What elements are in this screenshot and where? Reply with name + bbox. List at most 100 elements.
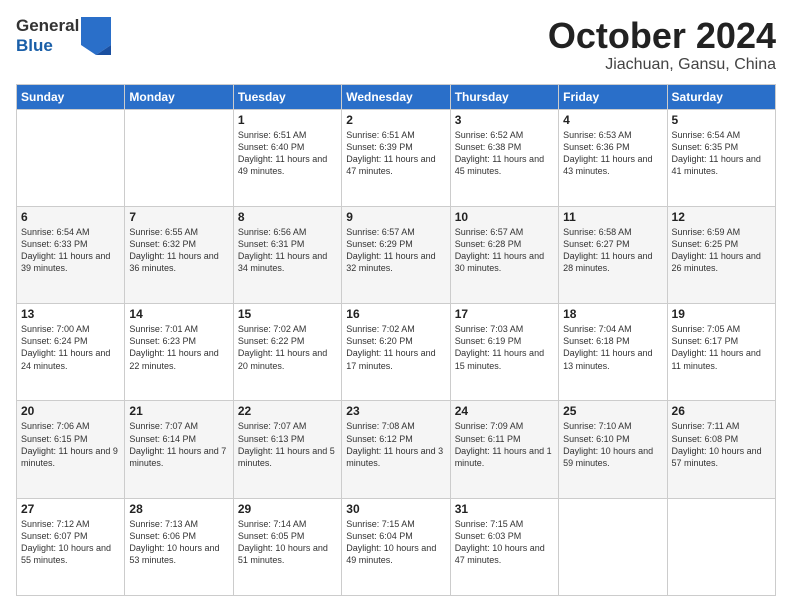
day-info: Sunrise: 7:15 AM Sunset: 6:04 PM Dayligh… bbox=[346, 518, 445, 567]
day-number: 4 bbox=[563, 113, 662, 127]
calendar-cell: 8 Sunrise: 6:56 AM Sunset: 6:31 PM Daylig… bbox=[233, 206, 341, 303]
calendar-cell: 2 Sunrise: 6:51 AM Sunset: 6:39 PM Daylig… bbox=[342, 109, 450, 206]
calendar-cell: 14 Sunrise: 7:01 AM Sunset: 6:23 PM Dayli… bbox=[125, 304, 233, 401]
calendar-cell bbox=[667, 498, 775, 595]
calendar-cell: 15 Sunrise: 7:02 AM Sunset: 6:22 PM Dayli… bbox=[233, 304, 341, 401]
day-info: Sunrise: 6:58 AM Sunset: 6:27 PM Dayligh… bbox=[563, 226, 662, 275]
weekday-header: Wednesday bbox=[342, 84, 450, 109]
calendar-cell: 29Sunrise: 7:14 AM Sunset: 6:05 PM Dayli… bbox=[233, 498, 341, 595]
day-info: Sunrise: 6:51 AM Sunset: 6:40 PM Dayligh… bbox=[238, 129, 337, 178]
day-number: 11 bbox=[563, 210, 662, 224]
calendar-cell bbox=[559, 498, 667, 595]
calendar-cell: 4 Sunrise: 6:53 AM Sunset: 6:36 PM Daylig… bbox=[559, 109, 667, 206]
day-info: Sunrise: 7:05 AM Sunset: 6:17 PM Dayligh… bbox=[672, 323, 771, 372]
day-number: 29 bbox=[238, 502, 337, 516]
logo-general: General bbox=[16, 16, 79, 36]
day-number: 17 bbox=[455, 307, 554, 321]
calendar-cell: 31 Sunrise: 7:15 AM Sunset: 6:03 PM Dayli… bbox=[450, 498, 558, 595]
logo-icon bbox=[81, 17, 111, 55]
calendar-cell: 28 Sunrise: 7:13 AM Sunset: 6:06 PM Dayli… bbox=[125, 498, 233, 595]
weekday-header-row: SundayMondayTuesdayWednesdayThursdayFrid… bbox=[17, 84, 776, 109]
day-number: 30 bbox=[346, 502, 445, 516]
calendar-cell: 23Sunrise: 7:08 AM Sunset: 6:12 PM Dayli… bbox=[342, 401, 450, 498]
calendar-table: SundayMondayTuesdayWednesdayThursdayFrid… bbox=[16, 84, 776, 596]
calendar-cell: 5 Sunrise: 6:54 AM Sunset: 6:35 PM Daylig… bbox=[667, 109, 775, 206]
day-info: Sunrise: 6:56 AM Sunset: 6:31 PM Dayligh… bbox=[238, 226, 337, 275]
day-number: 19 bbox=[672, 307, 771, 321]
day-info: Sunrise: 6:54 AM Sunset: 6:35 PM Dayligh… bbox=[672, 129, 771, 178]
day-info: Sunrise: 6:57 AM Sunset: 6:29 PM Dayligh… bbox=[346, 226, 445, 275]
day-info: Sunrise: 6:51 AM Sunset: 6:39 PM Dayligh… bbox=[346, 129, 445, 178]
calendar-cell: 1 Sunrise: 6:51 AM Sunset: 6:40 PM Daylig… bbox=[233, 109, 341, 206]
weekday-header: Sunday bbox=[17, 84, 125, 109]
day-info: Sunrise: 7:00 AM Sunset: 6:24 PM Dayligh… bbox=[21, 323, 120, 372]
day-number: 2 bbox=[346, 113, 445, 127]
weekday-header: Thursday bbox=[450, 84, 558, 109]
weekday-header: Saturday bbox=[667, 84, 775, 109]
calendar-cell: 9 Sunrise: 6:57 AM Sunset: 6:29 PM Daylig… bbox=[342, 206, 450, 303]
calendar-cell: 12Sunrise: 6:59 AM Sunset: 6:25 PM Dayli… bbox=[667, 206, 775, 303]
day-info: Sunrise: 7:04 AM Sunset: 6:18 PM Dayligh… bbox=[563, 323, 662, 372]
day-number: 5 bbox=[672, 113, 771, 127]
calendar-cell: 24Sunrise: 7:09 AM Sunset: 6:11 PM Dayli… bbox=[450, 401, 558, 498]
day-number: 24 bbox=[455, 404, 554, 418]
day-number: 9 bbox=[346, 210, 445, 224]
day-info: Sunrise: 7:03 AM Sunset: 6:19 PM Dayligh… bbox=[455, 323, 554, 372]
day-number: 10 bbox=[455, 210, 554, 224]
calendar-cell: 30 Sunrise: 7:15 AM Sunset: 6:04 PM Dayli… bbox=[342, 498, 450, 595]
day-info: Sunrise: 7:15 AM Sunset: 6:03 PM Dayligh… bbox=[455, 518, 554, 567]
weekday-header: Monday bbox=[125, 84, 233, 109]
day-number: 8 bbox=[238, 210, 337, 224]
calendar-cell: 3 Sunrise: 6:52 AM Sunset: 6:38 PM Daylig… bbox=[450, 109, 558, 206]
day-number: 13 bbox=[21, 307, 120, 321]
day-info: Sunrise: 7:13 AM Sunset: 6:06 PM Dayligh… bbox=[129, 518, 228, 567]
calendar-cell: 19 Sunrise: 7:05 AM Sunset: 6:17 PM Dayli… bbox=[667, 304, 775, 401]
day-number: 18 bbox=[563, 307, 662, 321]
day-number: 14 bbox=[129, 307, 228, 321]
day-number: 22 bbox=[238, 404, 337, 418]
day-number: 1 bbox=[238, 113, 337, 127]
header: General Blue October 2024 Jiachuan, Gans… bbox=[16, 16, 776, 74]
day-number: 31 bbox=[455, 502, 554, 516]
day-info: Sunrise: 7:12 AM Sunset: 6:07 PM Dayligh… bbox=[21, 518, 120, 567]
day-info: Sunrise: 6:52 AM Sunset: 6:38 PM Dayligh… bbox=[455, 129, 554, 178]
day-number: 23 bbox=[346, 404, 445, 418]
day-number: 16 bbox=[346, 307, 445, 321]
day-info: Sunrise: 7:01 AM Sunset: 6:23 PM Dayligh… bbox=[129, 323, 228, 372]
day-info: Sunrise: 7:07 AM Sunset: 6:13 PM Dayligh… bbox=[238, 420, 337, 469]
day-number: 28 bbox=[129, 502, 228, 516]
day-number: 25 bbox=[563, 404, 662, 418]
calendar-cell: 6Sunrise: 6:54 AM Sunset: 6:33 PM Daylig… bbox=[17, 206, 125, 303]
day-number: 15 bbox=[238, 307, 337, 321]
calendar-week-row: 27 Sunrise: 7:12 AM Sunset: 6:07 PM Dayli… bbox=[17, 498, 776, 595]
calendar-cell: 16Sunrise: 7:02 AM Sunset: 6:20 PM Dayli… bbox=[342, 304, 450, 401]
calendar-page: General Blue October 2024 Jiachuan, Gans… bbox=[0, 0, 792, 612]
calendar-week-row: 13 Sunrise: 7:00 AM Sunset: 6:24 PM Dayli… bbox=[17, 304, 776, 401]
day-number: 20 bbox=[21, 404, 120, 418]
calendar-cell: 10Sunrise: 6:57 AM Sunset: 6:28 PM Dayli… bbox=[450, 206, 558, 303]
weekday-header: Tuesday bbox=[233, 84, 341, 109]
day-number: 3 bbox=[455, 113, 554, 127]
calendar-cell: 22 Sunrise: 7:07 AM Sunset: 6:13 PM Dayli… bbox=[233, 401, 341, 498]
logo-blue: Blue bbox=[16, 36, 79, 56]
calendar-cell: 27 Sunrise: 7:12 AM Sunset: 6:07 PM Dayli… bbox=[17, 498, 125, 595]
day-info: Sunrise: 7:02 AM Sunset: 6:22 PM Dayligh… bbox=[238, 323, 337, 372]
calendar-cell: 18 Sunrise: 7:04 AM Sunset: 6:18 PM Dayli… bbox=[559, 304, 667, 401]
day-info: Sunrise: 6:55 AM Sunset: 6:32 PM Dayligh… bbox=[129, 226, 228, 275]
calendar-cell bbox=[17, 109, 125, 206]
day-info: Sunrise: 7:10 AM Sunset: 6:10 PM Dayligh… bbox=[563, 420, 662, 469]
calendar-week-row: 6Sunrise: 6:54 AM Sunset: 6:33 PM Daylig… bbox=[17, 206, 776, 303]
day-number: 27 bbox=[21, 502, 120, 516]
day-info: Sunrise: 7:06 AM Sunset: 6:15 PM Dayligh… bbox=[21, 420, 120, 469]
day-number: 7 bbox=[129, 210, 228, 224]
day-info: Sunrise: 6:53 AM Sunset: 6:36 PM Dayligh… bbox=[563, 129, 662, 178]
calendar-cell: 7 Sunrise: 6:55 AM Sunset: 6:32 PM Daylig… bbox=[125, 206, 233, 303]
day-number: 6 bbox=[21, 210, 120, 224]
day-info: Sunrise: 7:11 AM Sunset: 6:08 PM Dayligh… bbox=[672, 420, 771, 469]
day-number: 26 bbox=[672, 404, 771, 418]
calendar-cell: 26 Sunrise: 7:11 AM Sunset: 6:08 PM Dayli… bbox=[667, 401, 775, 498]
logo: General Blue bbox=[16, 16, 111, 56]
weekday-header: Friday bbox=[559, 84, 667, 109]
calendar-cell: 13 Sunrise: 7:00 AM Sunset: 6:24 PM Dayli… bbox=[17, 304, 125, 401]
calendar-cell: 17 Sunrise: 7:03 AM Sunset: 6:19 PM Dayli… bbox=[450, 304, 558, 401]
